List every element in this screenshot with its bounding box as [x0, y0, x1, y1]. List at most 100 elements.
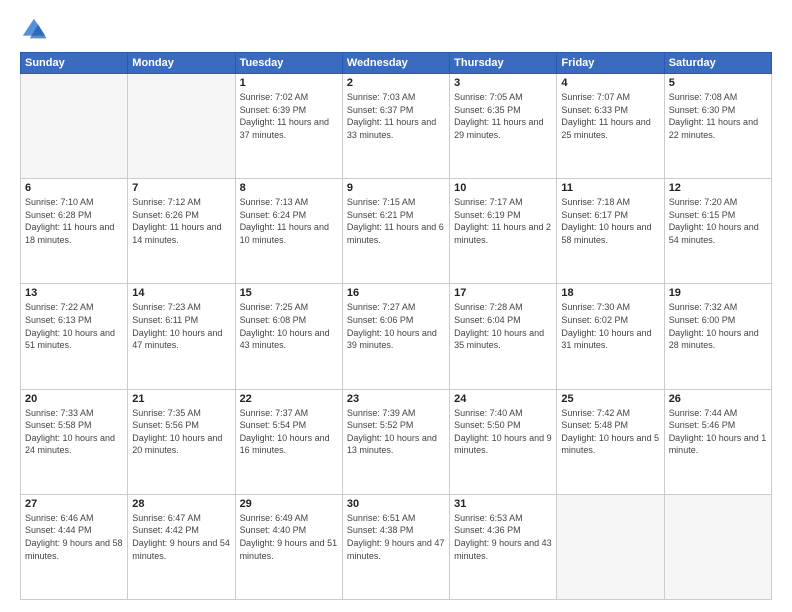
- weekday-wednesday: Wednesday: [342, 53, 449, 74]
- calendar-cell: [21, 74, 128, 179]
- day-number: 8: [240, 182, 338, 194]
- weekday-monday: Monday: [128, 53, 235, 74]
- calendar-cell: 21 Sunrise: 7:35 AM Sunset: 5:56 PM Dayli…: [128, 389, 235, 494]
- calendar-cell: 31 Sunrise: 6:53 AM Sunset: 4:36 PM Dayli…: [450, 494, 557, 599]
- day-info: Sunrise: 7:03 AM Sunset: 6:37 PM Dayligh…: [347, 91, 445, 141]
- day-info: Sunrise: 7:40 AM Sunset: 5:50 PM Dayligh…: [454, 407, 552, 457]
- day-info: Sunrise: 7:39 AM Sunset: 5:52 PM Dayligh…: [347, 407, 445, 457]
- day-number: 23: [347, 393, 445, 405]
- calendar-cell: 6Sunrise: 7:10 AM Sunset: 6:28 PM Daylig…: [21, 179, 128, 284]
- day-number: 19: [669, 287, 767, 299]
- day-info: Sunrise: 7:02 AM Sunset: 6:39 PM Dayligh…: [240, 91, 338, 141]
- weekday-friday: Friday: [557, 53, 664, 74]
- week-row-3: 13 Sunrise: 7:22 AM Sunset: 6:13 PM Dayli…: [21, 284, 772, 389]
- week-row-1: 1 Sunrise: 7:02 AM Sunset: 6:39 PM Daylig…: [21, 74, 772, 179]
- day-number: 25: [561, 393, 659, 405]
- day-number: 21: [132, 393, 230, 405]
- calendar-cell: 15 Sunrise: 7:25 AM Sunset: 6:08 PM Dayli…: [235, 284, 342, 389]
- calendar-cell: 16 Sunrise: 7:27 AM Sunset: 6:06 PM Dayli…: [342, 284, 449, 389]
- calendar-cell: 30Sunrise: 6:51 AM Sunset: 4:38 PM Dayli…: [342, 494, 449, 599]
- calendar-cell: 9 Sunrise: 7:15 AM Sunset: 6:21 PM Daylig…: [342, 179, 449, 284]
- day-number: 28: [132, 498, 230, 510]
- day-number: 24: [454, 393, 552, 405]
- day-info: Sunrise: 7:23 AM Sunset: 6:11 PM Dayligh…: [132, 301, 230, 351]
- day-number: 30: [347, 498, 445, 510]
- day-number: 16: [347, 287, 445, 299]
- day-number: 2: [347, 77, 445, 89]
- calendar-cell: 3 Sunrise: 7:05 AM Sunset: 6:35 PM Daylig…: [450, 74, 557, 179]
- day-info: Sunrise: 7:05 AM Sunset: 6:35 PM Dayligh…: [454, 91, 552, 141]
- day-number: 17: [454, 287, 552, 299]
- calendar-cell: 20 Sunrise: 7:33 AM Sunset: 5:58 PM Dayli…: [21, 389, 128, 494]
- day-number: 22: [240, 393, 338, 405]
- calendar-cell: 10Sunrise: 7:17 AM Sunset: 6:19 PM Dayli…: [450, 179, 557, 284]
- day-info: Sunrise: 7:13 AM Sunset: 6:24 PM Dayligh…: [240, 196, 338, 246]
- calendar-cell: 2 Sunrise: 7:03 AM Sunset: 6:37 PM Daylig…: [342, 74, 449, 179]
- weekday-tuesday: Tuesday: [235, 53, 342, 74]
- page: SundayMondayTuesdayWednesdayThursdayFrid…: [0, 0, 792, 612]
- day-info: Sunrise: 7:15 AM Sunset: 6:21 PM Dayligh…: [347, 196, 445, 246]
- calendar-cell: 17 Sunrise: 7:28 AM Sunset: 6:04 PM Dayli…: [450, 284, 557, 389]
- day-info: Sunrise: 7:20 AM Sunset: 6:15 PM Dayligh…: [669, 196, 767, 246]
- calendar-cell: 7Sunrise: 7:12 AM Sunset: 6:26 PM Daylig…: [128, 179, 235, 284]
- day-info: Sunrise: 7:22 AM Sunset: 6:13 PM Dayligh…: [25, 301, 123, 351]
- day-number: 26: [669, 393, 767, 405]
- calendar-cell: 26Sunrise: 7:44 AM Sunset: 5:46 PM Dayli…: [664, 389, 771, 494]
- day-info: Sunrise: 6:47 AM Sunset: 4:42 PM Dayligh…: [132, 512, 230, 562]
- day-info: Sunrise: 7:27 AM Sunset: 6:06 PM Dayligh…: [347, 301, 445, 351]
- calendar-cell: 13 Sunrise: 7:22 AM Sunset: 6:13 PM Dayli…: [21, 284, 128, 389]
- day-info: Sunrise: 7:07 AM Sunset: 6:33 PM Dayligh…: [561, 91, 659, 141]
- day-number: 1: [240, 77, 338, 89]
- header: [20, 16, 772, 44]
- calendar-cell: 1 Sunrise: 7:02 AM Sunset: 6:39 PM Daylig…: [235, 74, 342, 179]
- day-info: Sunrise: 7:18 AM Sunset: 6:17 PM Dayligh…: [561, 196, 659, 246]
- day-number: 20: [25, 393, 123, 405]
- week-row-2: 6Sunrise: 7:10 AM Sunset: 6:28 PM Daylig…: [21, 179, 772, 284]
- day-info: Sunrise: 7:08 AM Sunset: 6:30 PM Dayligh…: [669, 91, 767, 141]
- calendar-cell: 28 Sunrise: 6:47 AM Sunset: 4:42 PM Dayli…: [128, 494, 235, 599]
- calendar-table: SundayMondayTuesdayWednesdayThursdayFrid…: [20, 52, 772, 600]
- week-row-4: 20 Sunrise: 7:33 AM Sunset: 5:58 PM Dayli…: [21, 389, 772, 494]
- calendar-cell: 22 Sunrise: 7:37 AM Sunset: 5:54 PM Dayli…: [235, 389, 342, 494]
- weekday-saturday: Saturday: [664, 53, 771, 74]
- calendar-cell: 8 Sunrise: 7:13 AM Sunset: 6:24 PM Daylig…: [235, 179, 342, 284]
- calendar-cell: [557, 494, 664, 599]
- calendar-cell: 18 Sunrise: 7:30 AM Sunset: 6:02 PM Dayli…: [557, 284, 664, 389]
- calendar-cell: 5 Sunrise: 7:08 AM Sunset: 6:30 PM Daylig…: [664, 74, 771, 179]
- day-number: 5: [669, 77, 767, 89]
- week-row-5: 27Sunrise: 6:46 AM Sunset: 4:44 PM Dayli…: [21, 494, 772, 599]
- calendar-cell: 4 Sunrise: 7:07 AM Sunset: 6:33 PM Daylig…: [557, 74, 664, 179]
- day-number: 12: [669, 182, 767, 194]
- day-number: 9: [347, 182, 445, 194]
- day-info: Sunrise: 6:49 AM Sunset: 4:40 PM Dayligh…: [240, 512, 338, 562]
- day-info: Sunrise: 7:32 AM Sunset: 6:00 PM Dayligh…: [669, 301, 767, 351]
- day-number: 4: [561, 77, 659, 89]
- day-info: Sunrise: 7:28 AM Sunset: 6:04 PM Dayligh…: [454, 301, 552, 351]
- day-info: Sunrise: 7:30 AM Sunset: 6:02 PM Dayligh…: [561, 301, 659, 351]
- calendar-cell: 24 Sunrise: 7:40 AM Sunset: 5:50 PM Dayli…: [450, 389, 557, 494]
- weekday-header-row: SundayMondayTuesdayWednesdayThursdayFrid…: [21, 53, 772, 74]
- day-number: 31: [454, 498, 552, 510]
- calendar-cell: 29Sunrise: 6:49 AM Sunset: 4:40 PM Dayli…: [235, 494, 342, 599]
- day-info: Sunrise: 7:33 AM Sunset: 5:58 PM Dayligh…: [25, 407, 123, 457]
- day-info: Sunrise: 7:37 AM Sunset: 5:54 PM Dayligh…: [240, 407, 338, 457]
- calendar-cell: 12 Sunrise: 7:20 AM Sunset: 6:15 PM Dayli…: [664, 179, 771, 284]
- logo-icon: [20, 16, 48, 44]
- logo: [20, 16, 52, 44]
- day-number: 13: [25, 287, 123, 299]
- day-info: Sunrise: 6:53 AM Sunset: 4:36 PM Dayligh…: [454, 512, 552, 562]
- calendar-cell: 23 Sunrise: 7:39 AM Sunset: 5:52 PM Dayli…: [342, 389, 449, 494]
- day-number: 18: [561, 287, 659, 299]
- day-info: Sunrise: 7:10 AM Sunset: 6:28 PM Dayligh…: [25, 196, 123, 246]
- day-number: 15: [240, 287, 338, 299]
- day-number: 27: [25, 498, 123, 510]
- day-number: 3: [454, 77, 552, 89]
- calendar-cell: 11Sunrise: 7:18 AM Sunset: 6:17 PM Dayli…: [557, 179, 664, 284]
- day-info: Sunrise: 7:25 AM Sunset: 6:08 PM Dayligh…: [240, 301, 338, 351]
- calendar-cell: 25Sunrise: 7:42 AM Sunset: 5:48 PM Dayli…: [557, 389, 664, 494]
- calendar-cell: [664, 494, 771, 599]
- calendar-cell: 14Sunrise: 7:23 AM Sunset: 6:11 PM Dayli…: [128, 284, 235, 389]
- day-info: Sunrise: 7:12 AM Sunset: 6:26 PM Dayligh…: [132, 196, 230, 246]
- day-info: Sunrise: 7:35 AM Sunset: 5:56 PM Dayligh…: [132, 407, 230, 457]
- calendar-cell: 27Sunrise: 6:46 AM Sunset: 4:44 PM Dayli…: [21, 494, 128, 599]
